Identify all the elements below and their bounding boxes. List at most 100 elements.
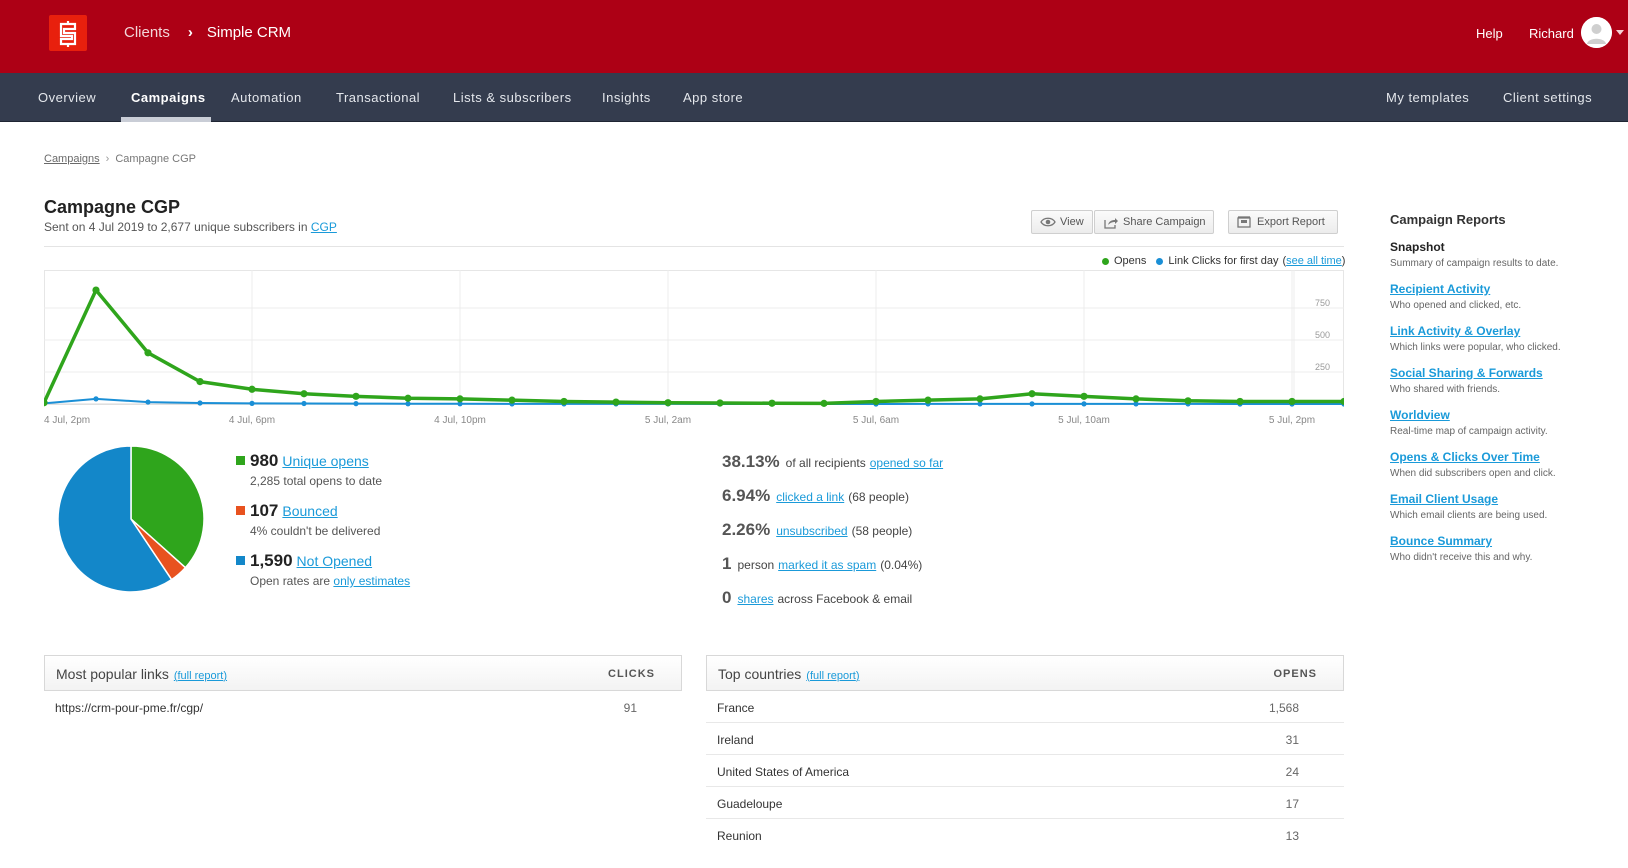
- clicks-point: [1029, 401, 1035, 407]
- unsubscribed-link[interactable]: unsubscribed: [776, 524, 847, 538]
- recipients-pie-chart: [57, 445, 205, 593]
- page-title: Campagne CGP: [44, 197, 181, 217]
- opens-point: [768, 399, 776, 407]
- country-opens: 24: [1285, 765, 1299, 779]
- snapshot-desc: Summary of campaign results to date.: [1390, 258, 1559, 269]
- only-estimates-link[interactable]: only estimates: [333, 574, 410, 588]
- total-opens-text: 2,285 total opens to date: [250, 474, 383, 488]
- divider: [44, 246, 1344, 247]
- breadcrumb: Campaigns › Campagne CGP: [44, 153, 196, 165]
- sidebar-item-email-client: Email Client Usage Which email clients a…: [1390, 492, 1610, 521]
- logo-icon: [59, 21, 77, 47]
- opens-point: [976, 395, 984, 403]
- export-button-label: Export Report: [1257, 216, 1325, 228]
- social-sharing-link[interactable]: Social Sharing & Forwards: [1390, 366, 1610, 380]
- nav-my-templates[interactable]: My templates: [1386, 73, 1469, 122]
- country-opens: 31: [1285, 733, 1299, 747]
- list-link[interactable]: CGP: [311, 220, 337, 234]
- clicks-point: [301, 400, 307, 407]
- not-opened-swatch: [236, 556, 245, 565]
- clicked-a-link-link[interactable]: clicked a link: [776, 490, 844, 504]
- view-button-label: View: [1060, 216, 1084, 228]
- opens-legend-dot: [1102, 257, 1109, 265]
- campaign-reports-sidebar: Campaign Reports Snapshot Summary of cam…: [1390, 212, 1610, 576]
- unique-opens-link[interactable]: Unique opens: [282, 453, 368, 469]
- help-link[interactable]: Help: [1476, 26, 1503, 41]
- legend-opens: Opens: [1114, 255, 1147, 267]
- user-menu-caret-icon[interactable]: [1616, 30, 1624, 35]
- popular-links-table: Most popular links (full report) CLICKS h…: [44, 655, 682, 723]
- user-name[interactable]: Richard: [1529, 26, 1574, 41]
- see-all-time-link[interactable]: see all time: [1286, 255, 1342, 267]
- clients-link[interactable]: Clients: [124, 24, 170, 41]
- opens-point: [820, 399, 828, 407]
- shares-link[interactable]: shares: [737, 592, 773, 606]
- breadcrumb-campaigns-link[interactable]: Campaigns: [44, 153, 100, 165]
- opens-point: [1028, 390, 1036, 398]
- rate-unsubscribed: 2.26% unsubscribed (58 people): [722, 520, 916, 540]
- recipient-activity-desc: Who opened and clicked, etc.: [1390, 300, 1522, 311]
- view-button[interactable]: View: [1031, 210, 1093, 234]
- chart-legend: Opens Link Clicks for first day (see all…: [1102, 255, 1345, 267]
- bounce-summary-link[interactable]: Bounce Summary: [1390, 534, 1610, 548]
- clicks-point: [405, 401, 411, 407]
- rate-spam: 1 person marked it as spam (0.04%): [722, 554, 926, 574]
- clicks-point: [1081, 401, 1087, 407]
- share-icon: [1104, 218, 1118, 229]
- worldview-link[interactable]: Worldview: [1390, 408, 1610, 422]
- opens-clicks-link[interactable]: Opens & Clicks Over Time: [1390, 450, 1610, 464]
- opens-point: [612, 398, 620, 406]
- avatar[interactable]: [1581, 17, 1612, 48]
- country-opens: 17: [1285, 797, 1299, 811]
- country-opens: 1,568: [1268, 701, 1299, 715]
- app-logo[interactable]: [49, 15, 87, 51]
- nav-transactional[interactable]: Transactional: [336, 73, 420, 122]
- opens-point: [248, 385, 256, 393]
- link-clicks: 91: [623, 701, 637, 715]
- bounced-link[interactable]: Bounced: [282, 503, 337, 519]
- popular-links-title: Most popular links: [56, 666, 169, 682]
- sidebar-item-opens-clicks: Opens & Clicks Over Time When did subscr…: [1390, 450, 1610, 479]
- recipient-activity-link[interactable]: Recipient Activity: [1390, 282, 1610, 296]
- link-activity-link[interactable]: Link Activity & Overlay: [1390, 324, 1610, 338]
- nav-lists-subscribers[interactable]: Lists & subscribers: [453, 73, 572, 122]
- nav-insights[interactable]: Insights: [602, 73, 651, 122]
- opened-so-far-link[interactable]: opened so far: [870, 456, 943, 470]
- x-tick-label: 4 Jul, 2pm: [44, 415, 90, 426]
- client-name[interactable]: Simple CRM: [207, 24, 291, 41]
- not-opened-link[interactable]: Not Opened: [297, 553, 373, 569]
- export-report-button[interactable]: Export Report: [1228, 210, 1338, 234]
- clicks-legend-dot: [1156, 257, 1164, 265]
- nav-app-store[interactable]: App store: [683, 73, 743, 122]
- top-bar: Clients › Simple CRM Help Richard: [0, 0, 1628, 73]
- client-breadcrumb: Clients › Simple CRM: [124, 24, 291, 41]
- share-campaign-button[interactable]: Share Campaign: [1094, 210, 1214, 234]
- opens-clicks-chart: 250 500 750 4 Jul, 2pm 4 Jul, 6pm 4 Jul, 10pm…: [44, 270, 1344, 426]
- bounced-swatch: [236, 506, 245, 515]
- legend-paren-close: ): [1341, 255, 1346, 267]
- chart-frame: [44, 270, 1344, 405]
- link-url: https://crm-pour-pme.fr/cgp/: [55, 701, 204, 715]
- email-client-link[interactable]: Email Client Usage: [1390, 492, 1610, 506]
- clicks-point: [353, 401, 359, 407]
- opens-count: 980: [250, 451, 279, 470]
- rate-shares: 0 shares across Facebook & email: [722, 588, 916, 608]
- table-row: Reunion 13: [706, 819, 1344, 851]
- nav-client-settings[interactable]: Client settings: [1503, 73, 1592, 122]
- sidebar-item-recipient-activity: Recipient Activity Who opened and clicke…: [1390, 282, 1610, 311]
- share-button-label: Share Campaign: [1123, 216, 1206, 228]
- links-full-report-link[interactable]: (full report): [174, 670, 227, 682]
- social-sharing-desc: Who shared with friends.: [1390, 384, 1501, 395]
- eye-icon: [1040, 217, 1056, 227]
- nav-campaigns[interactable]: Campaigns: [131, 73, 206, 122]
- x-tick-label: 5 Jul, 2pm: [1269, 415, 1315, 426]
- nav-automation[interactable]: Automation: [231, 73, 302, 122]
- nav-overview[interactable]: Overview: [38, 73, 96, 122]
- marked-as-spam-link[interactable]: marked it as spam: [778, 558, 876, 572]
- countries-full-report-link[interactable]: (full report): [806, 670, 859, 682]
- sent-info: Sent on 4 Jul 2019 to 2,677 unique subsc…: [44, 220, 308, 234]
- opens-clicks-desc: When did subscribers open and click.: [1390, 468, 1556, 479]
- worldview-desc: Real-time map of campaign activity.: [1390, 426, 1548, 437]
- clicks-point: [197, 400, 203, 406]
- rate-opened-pre: of all recipients: [785, 456, 866, 470]
